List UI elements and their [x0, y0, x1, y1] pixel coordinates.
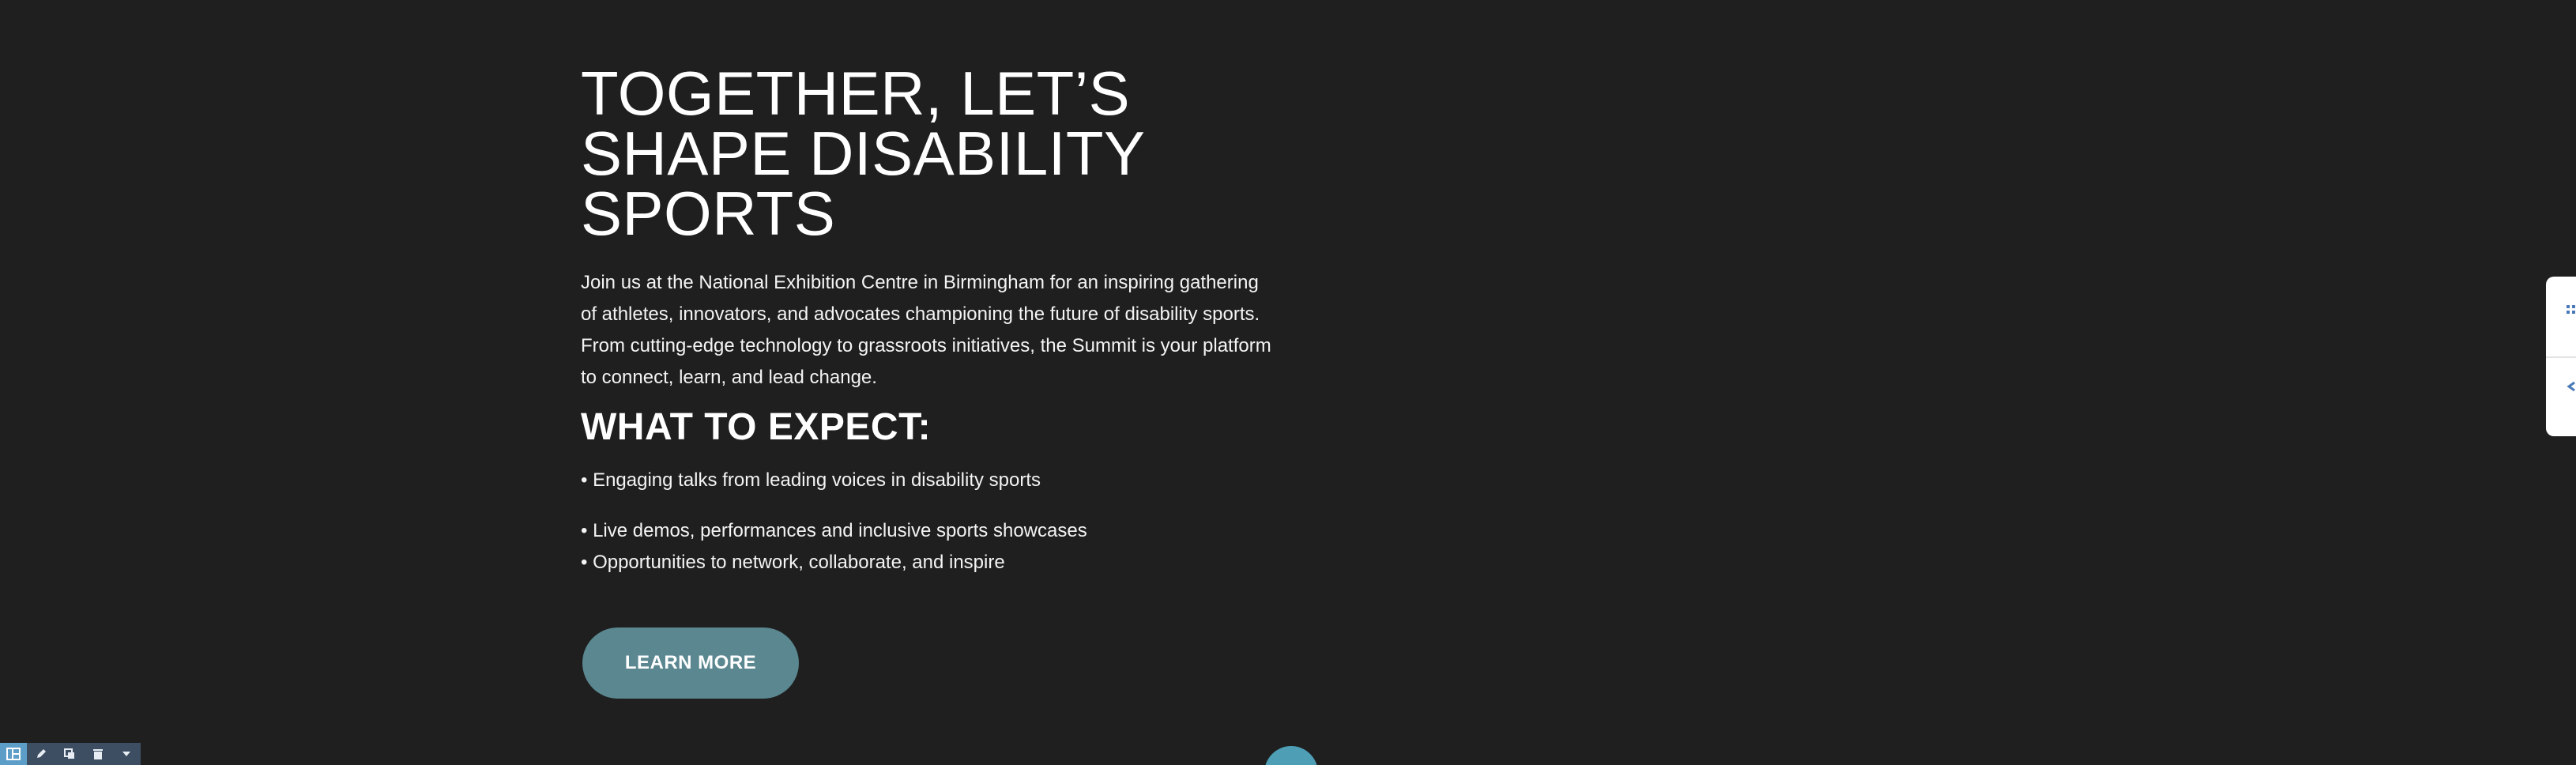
section-handle[interactable]: [1264, 746, 1318, 765]
hero-section: TOGETHER, LET’S SHAPE DISABILITY SPORTS …: [581, 62, 1292, 578]
learn-more-button[interactable]: LEARN MORE: [582, 627, 799, 699]
side-floating-panel: [2546, 277, 2576, 436]
grid-icon[interactable]: [2567, 305, 2576, 319]
intro-paragraph: Join us at the National Exhibition Centr…: [581, 272, 1271, 388]
layout-icon[interactable]: [0, 743, 27, 765]
trash-icon[interactable]: [84, 743, 112, 765]
caret-down-icon[interactable]: [112, 743, 141, 765]
edit-toolbar: [0, 743, 141, 765]
hero-title: TOGETHER, LET’S SHAPE DISABILITY SPORTS: [581, 62, 1292, 244]
list-item: • Live demos, performances and inclusive…: [581, 520, 1087, 541]
arrow-left-icon[interactable]: [2567, 381, 2576, 395]
expect-list: • Engaging talks from leading voices in …: [581, 465, 1292, 578]
list-item: • Engaging talks from leading voices in …: [581, 469, 1041, 491]
hero-title-line-2: SHAPE DISABILITY: [581, 119, 1146, 188]
pencil-icon[interactable]: [27, 743, 55, 765]
list-item: • Opportunities to network, collaborate,…: [581, 552, 1005, 573]
hero-title-line-3: SPORTS: [581, 179, 836, 248]
expect-heading: WHAT TO EXPECT:: [581, 406, 932, 448]
side-panel-divider: [2546, 356, 2576, 358]
duplicate-icon[interactable]: [55, 743, 84, 765]
hero-title-line-1: TOGETHER, LET’S: [581, 58, 1131, 128]
